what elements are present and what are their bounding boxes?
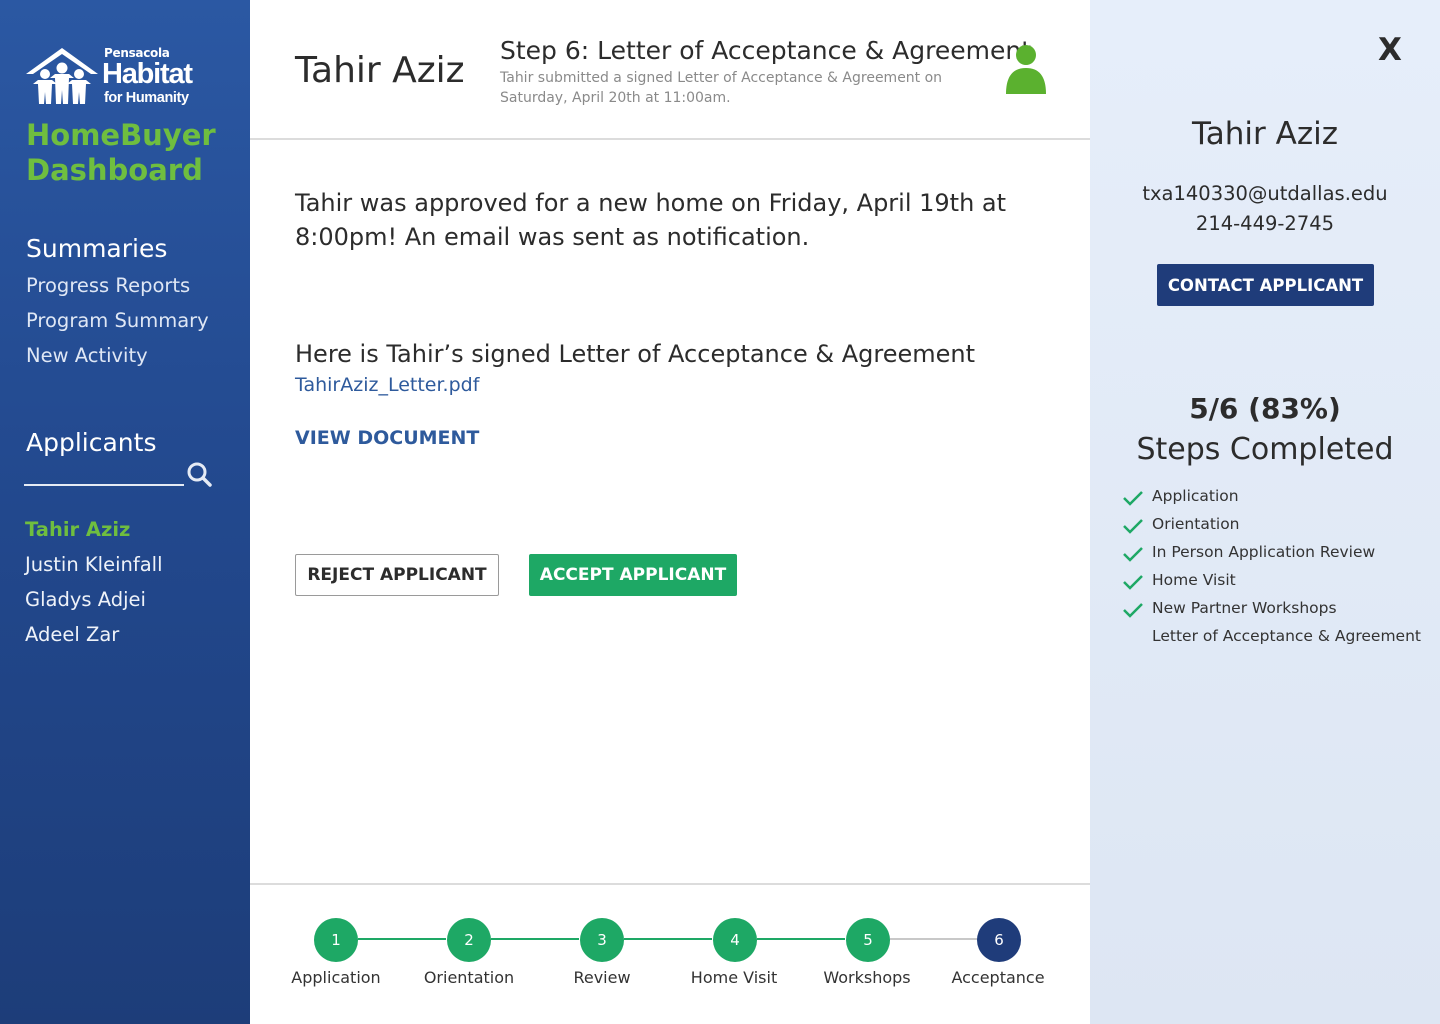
- checklist-item: Application: [1122, 486, 1422, 510]
- step-3-label: Review: [573, 968, 631, 987]
- accept-applicant-button[interactable]: ACCEPT APPLICANT: [529, 554, 737, 596]
- contact-applicant-button[interactable]: CONTACT APPLICANT: [1157, 264, 1374, 306]
- applicant-item[interactable]: Justin Kleinfall: [25, 553, 163, 576]
- step-5-circle[interactable]: 5: [846, 918, 890, 962]
- habitat-logo: Pensacola Habitat for Humanity: [24, 46, 214, 110]
- checkmark-icon: [1123, 491, 1143, 506]
- applicants-heading: Applicants: [26, 428, 157, 457]
- checklist-item: New Partner Workshops: [1122, 598, 1422, 622]
- nav-new-activity[interactable]: New Activity: [26, 344, 148, 367]
- checklist-item-pending: Letter of Acceptance & Agreement: [1122, 626, 1422, 650]
- step-5-label: Workshops: [823, 968, 911, 987]
- applicant-header: Tahir Aziz Step 6: Letter of Acceptance …: [250, 0, 1090, 140]
- person-icon: [1006, 45, 1046, 94]
- checklist-item: In Person Application Review: [1122, 542, 1422, 566]
- close-button[interactable]: X: [1378, 32, 1402, 68]
- steps-completed-label: Steps Completed: [1136, 432, 1394, 467]
- steps-completed-count: 5/6 (83%): [1189, 392, 1341, 425]
- step-3-circle[interactable]: 3: [580, 918, 624, 962]
- step-connector: [624, 938, 712, 940]
- checklist-label: Application: [1152, 487, 1239, 505]
- step-connector: [358, 938, 446, 940]
- summaries-heading: Summaries: [26, 234, 168, 263]
- checkmark-icon: [1123, 547, 1143, 562]
- main-content: Tahir Aziz Step 6: Letter of Acceptance …: [250, 0, 1090, 1024]
- footer-divider: [250, 883, 1090, 885]
- dashboard-title: HomeBuyer Dashboard: [26, 118, 216, 187]
- applicant-phone: 214-449-2745: [1195, 212, 1335, 235]
- applicant-email: txa140330@utdallas.edu: [1142, 182, 1388, 205]
- panel-applicant-name: Tahir Aziz: [1191, 116, 1339, 152]
- logo-habitat-text: Habitat: [102, 58, 193, 90]
- checklist-label: Orientation: [1152, 515, 1240, 533]
- step-4-circle[interactable]: 4: [713, 918, 757, 962]
- step-4-label: Home Visit: [690, 968, 778, 987]
- applicant-item[interactable]: Gladys Adjei: [25, 588, 146, 611]
- approval-message: Tahir was approved for a new home on Fri…: [295, 189, 1007, 251]
- checklist-item: Home Visit: [1122, 570, 1422, 594]
- search-icon[interactable]: [185, 460, 213, 488]
- checkmark-icon: [1123, 575, 1143, 590]
- signed-letter-text: Here is Tahir’s signed Letter of Accepta…: [295, 340, 975, 368]
- pdf-file-link[interactable]: TahirAziz_Letter.pdf: [295, 374, 479, 396]
- step-1-label: Application: [291, 968, 381, 987]
- checkmark-icon: [1123, 519, 1143, 534]
- applicant-name: Tahir Aziz: [295, 50, 465, 91]
- step-2-circle[interactable]: 2: [447, 918, 491, 962]
- step-6-label: Acceptance: [951, 968, 1045, 987]
- step-title: Step 6: Letter of Acceptance & Agreement: [500, 36, 1031, 65]
- reject-applicant-button[interactable]: REJECT APPLICANT: [295, 554, 499, 596]
- step-connector: [491, 938, 579, 940]
- checklist-label: In Person Application Review: [1152, 543, 1376, 561]
- checklist-label: New Partner Workshops: [1152, 599, 1337, 617]
- checklist-label: Letter of Acceptance & Agreement: [1152, 627, 1421, 645]
- sidebar: Pensacola Habitat for Humanity HomeBuyer…: [0, 0, 250, 1024]
- applicant-search-input[interactable]: [24, 484, 184, 486]
- step-connector: [757, 938, 845, 940]
- step-6-circle[interactable]: 6: [977, 918, 1021, 962]
- nav-program-summary[interactable]: Program Summary: [26, 309, 209, 332]
- step-subtitle: Tahir submitted a signed Letter of Accep…: [500, 70, 943, 106]
- logo-for-humanity-text: for Humanity: [104, 90, 189, 106]
- habitat-houses-logo-icon: [26, 48, 98, 104]
- step-connector: [890, 938, 978, 940]
- view-document-link[interactable]: VIEW DOCUMENT: [295, 427, 479, 449]
- applicant-detail-panel: X Tahir Aziz txa140330@utdallas.edu 214-…: [1090, 0, 1440, 1024]
- checklist-label: Home Visit: [1152, 571, 1236, 589]
- checkmark-icon: [1123, 603, 1143, 618]
- applicant-item[interactable]: Adeel Zar: [25, 623, 119, 646]
- step-2-label: Orientation: [423, 968, 515, 987]
- applicant-item-active[interactable]: Tahir Aziz: [25, 518, 130, 541]
- nav-progress-reports[interactable]: Progress Reports: [26, 274, 190, 297]
- step-1-circle[interactable]: 1: [314, 918, 358, 962]
- checklist-item: Orientation: [1122, 514, 1422, 538]
